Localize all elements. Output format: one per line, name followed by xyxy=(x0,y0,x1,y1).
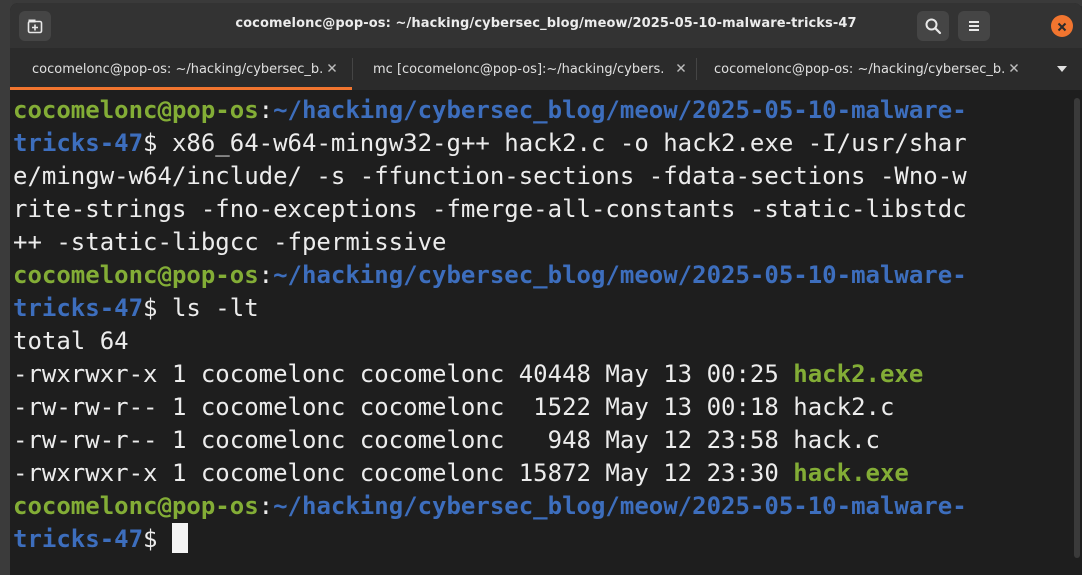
hamburger-menu-icon xyxy=(967,19,981,33)
file-details: -rwxrwxr-x 1 cocomelonc cocomelonc 15872… xyxy=(13,459,794,487)
tab-terminal-1[interactable]: cocomelonc@pop-os: ~/hacking/cybersec_b.… xyxy=(10,48,352,90)
file-name: hack.c xyxy=(793,426,880,454)
title-bar[interactable]: cocomelonc@pop-os: ~/hacking/cybersec_bl… xyxy=(10,3,1082,48)
prompt-colon: : xyxy=(258,96,274,124)
close-icon xyxy=(328,64,336,72)
command-text: ls -lt xyxy=(171,294,259,322)
tab-label: mc [cocomelonc@pop-os]:~/hacking/cybers.… xyxy=(373,61,663,77)
prompt-symbol: $ xyxy=(143,525,172,553)
output-total: total 64 xyxy=(13,327,129,355)
close-icon xyxy=(1057,17,1067,36)
terminal-window: cocomelonc@pop-os: ~/hacking/cybersec_bl… xyxy=(10,3,1082,575)
tab-bar: cocomelonc@pop-os: ~/hacking/cybersec_b.… xyxy=(10,48,1082,90)
prompt-colon: : xyxy=(258,492,274,520)
prompt-symbol: $ xyxy=(143,294,172,322)
file-listing-row: -rwxrwxr-x 1 cocomelonc cocomelonc 40448… xyxy=(13,358,1070,391)
tabs-dropdown-button[interactable] xyxy=(1054,62,1070,76)
prompt-user: cocomelonc@pop-os xyxy=(13,261,259,289)
file-details: -rwxrwxr-x 1 cocomelonc cocomelonc 40448… xyxy=(13,360,794,388)
tab-close-button[interactable] xyxy=(673,60,689,76)
prompt-path: ~/hacking/cybersec_blog/meow/2025-05-10-… xyxy=(273,96,967,124)
prompt-user: cocomelonc@pop-os xyxy=(13,96,259,124)
terminal-cursor xyxy=(171,523,188,553)
command-continuation: ++ -static-libgcc -fpermissive xyxy=(13,228,447,256)
search-icon xyxy=(924,17,942,35)
prompt-symbol: $ xyxy=(143,129,172,157)
prompt-colon: : xyxy=(258,261,274,289)
prompt-path: tricks-47 xyxy=(13,294,144,322)
tab-close-button[interactable] xyxy=(1006,60,1022,76)
search-button[interactable] xyxy=(917,11,949,41)
command-text: x86_64-w64-mingw32-g++ hack2.c -o hack2.… xyxy=(171,129,967,157)
command-line: tricks-47$ xyxy=(13,523,1070,556)
file-name: hack.exe xyxy=(793,459,909,487)
prompt-path: ~/hacking/cybersec_blog/meow/2025-05-10-… xyxy=(273,492,967,520)
command-line: tricks-47$ x86_64-w64-mingw32-g++ hack2.… xyxy=(13,127,1070,160)
file-listing-row: -rwxrwxr-x 1 cocomelonc cocomelonc 15872… xyxy=(13,457,1070,490)
prompt-line: cocomelonc@pop-os:~/hacking/cybersec_blo… xyxy=(13,94,1070,127)
file-listing-row: -rw-rw-r-- 1 cocomelonc cocomelonc 948 M… xyxy=(13,424,1070,457)
command-line: tricks-47$ ls -lt xyxy=(13,292,1070,325)
close-window-button[interactable] xyxy=(1051,15,1073,37)
prompt-line: cocomelonc@pop-os:~/hacking/cybersec_blo… xyxy=(13,259,1070,292)
file-name: hack2.c xyxy=(793,393,895,421)
menu-button[interactable] xyxy=(958,11,990,41)
file-details: -rw-rw-r-- 1 cocomelonc cocomelonc 1522 … xyxy=(13,393,794,421)
prompt-line: cocomelonc@pop-os:~/hacking/cybersec_blo… xyxy=(13,490,1070,523)
terminal-output[interactable]: cocomelonc@pop-os:~/hacking/cybersec_blo… xyxy=(10,90,1070,575)
terminal-scrollbar[interactable] xyxy=(1074,98,1080,558)
file-listing-row: -rw-rw-r-- 1 cocomelonc cocomelonc 1522 … xyxy=(13,391,1070,424)
prompt-path: ~/hacking/cybersec_blog/meow/2025-05-10-… xyxy=(273,261,967,289)
tab-label: cocomelonc@pop-os: ~/hacking/cybersec_b.… xyxy=(32,61,322,77)
file-name: hack2.exe xyxy=(793,360,924,388)
close-icon xyxy=(677,64,685,72)
command-continuation: rite-strings -fno-exceptions -fmerge-all… xyxy=(13,195,967,223)
tab-midnight-commander[interactable]: mc [cocomelonc@pop-os]:~/hacking/cybers.… xyxy=(353,48,696,90)
tab-label: cocomelonc@pop-os: ~/hacking/cybersec_b.… xyxy=(714,61,1004,77)
chevron-down-icon xyxy=(1057,66,1067,72)
tab-close-button[interactable] xyxy=(324,60,340,76)
file-details: -rw-rw-r-- 1 cocomelonc cocomelonc 948 M… xyxy=(13,426,794,454)
prompt-user: cocomelonc@pop-os xyxy=(13,492,259,520)
prompt-path: tricks-47 xyxy=(13,525,144,553)
command-continuation: e/mingw-w64/include/ -s -ffunction-secti… xyxy=(13,162,967,190)
close-icon xyxy=(1010,64,1018,72)
tab-terminal-3[interactable]: cocomelonc@pop-os: ~/hacking/cybersec_b.… xyxy=(697,48,1042,90)
prompt-path: tricks-47 xyxy=(13,129,144,157)
